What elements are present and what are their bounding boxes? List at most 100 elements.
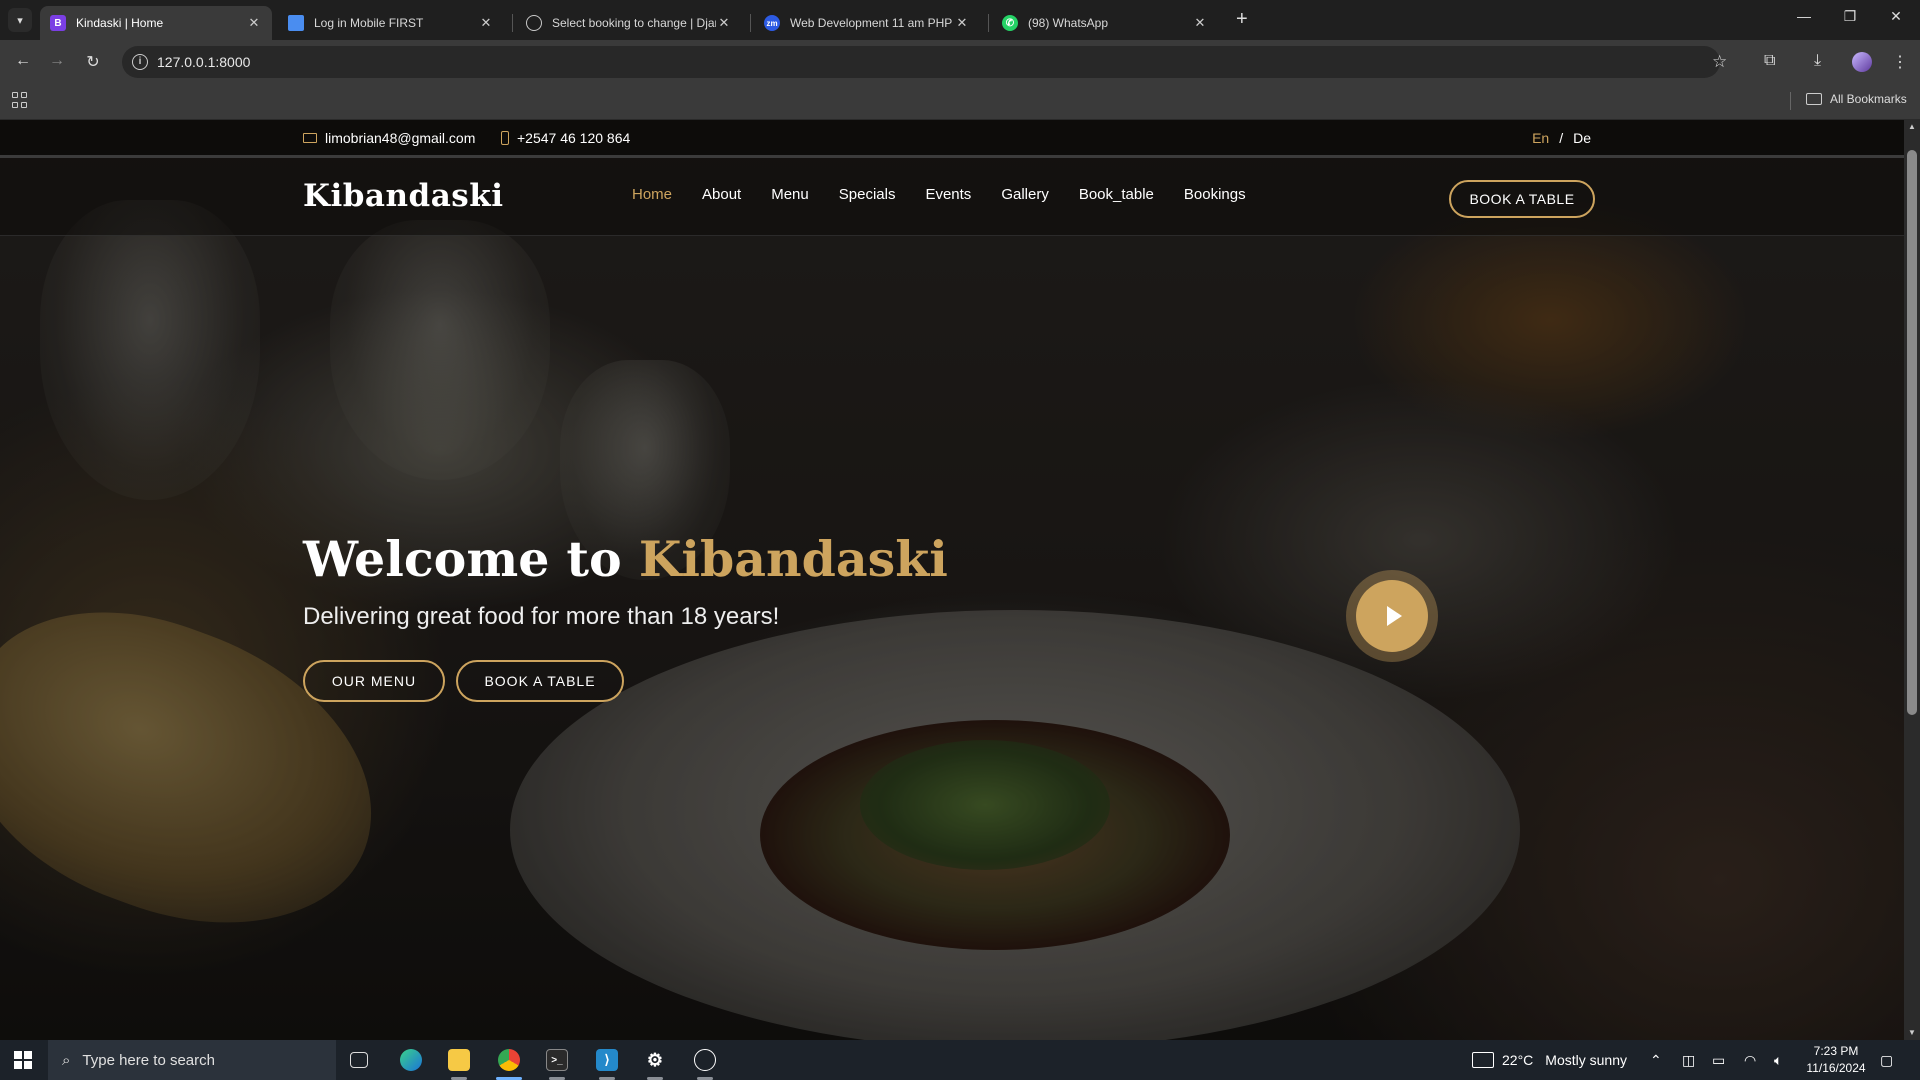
scroll-down-arrow[interactable]: ▼ — [1904, 1028, 1920, 1037]
close-icon[interactable]: ✕ — [478, 15, 494, 31]
all-bookmarks-button[interactable]: All Bookmarks — [1806, 92, 1907, 106]
url-text[interactable]: 127.0.0.1:8000 — [157, 54, 250, 70]
close-icon[interactable]: ✕ — [954, 15, 970, 31]
menu-kebab-icon[interactable]: ⋮ — [1892, 52, 1908, 72]
contact-phone[interactable]: +2547 46 120 864 — [501, 130, 630, 146]
site-header: Kibandaski Home About Menu Specials Even… — [0, 158, 1904, 236]
site-info-icon[interactable]: i — [132, 54, 148, 70]
taskbar-search-box[interactable]: ⌕ Type here to search — [48, 1040, 336, 1080]
our-menu-button[interactable]: OUR MENU — [303, 660, 445, 702]
tab-whatsapp[interactable]: ✆ (98) WhatsApp ✕ — [992, 6, 1218, 40]
taskbar-clock[interactable]: 7:23 PM 11/16/2024 — [1796, 1043, 1876, 1077]
zoom-icon: zm — [764, 15, 780, 31]
page-icon — [288, 15, 304, 31]
hero-title-accent: Kibandaski — [638, 530, 948, 588]
close-icon[interactable]: ✕ — [1192, 15, 1208, 31]
phone-icon — [501, 131, 509, 145]
vscode-app[interactable]: ⟩ — [584, 1040, 630, 1080]
settings-app[interactable]: ⚙ — [632, 1040, 678, 1080]
extensions-icon[interactable]: ⧉ — [1764, 52, 1775, 70]
top-info-bar: limobrian48@gmail.com +2547 46 120 864 E… — [0, 120, 1904, 158]
weather-icon — [1472, 1052, 1494, 1068]
lang-en-link[interactable]: En — [1532, 130, 1549, 146]
task-view-button[interactable] — [336, 1040, 382, 1080]
file-explorer-app[interactable] — [436, 1040, 482, 1080]
chrome-icon — [498, 1049, 520, 1071]
profile-avatar[interactable] — [1852, 52, 1872, 72]
close-window-button[interactable]: ✕ — [1886, 8, 1906, 25]
task-view-icon — [350, 1052, 368, 1068]
hero-book-table-button[interactable]: BOOK A TABLE — [456, 660, 624, 702]
play-video-button[interactable] — [1346, 570, 1438, 662]
pinned-app[interactable] — [682, 1040, 728, 1080]
globe-icon — [526, 15, 542, 31]
tab-web-development[interactable]: zm Web Development 11 am PHP - ✕ — [754, 6, 980, 40]
bootstrap-icon: B — [50, 15, 66, 31]
weather-temp: 22°C — [1502, 1052, 1534, 1068]
gear-icon: ⚙ — [646, 1049, 664, 1070]
envelope-icon — [303, 133, 317, 143]
scroll-up-arrow[interactable]: ▲ — [1904, 122, 1920, 131]
tab-divider — [988, 14, 989, 32]
reload-button[interactable]: ↻ — [82, 52, 104, 72]
phone-text: +2547 46 120 864 — [517, 130, 631, 146]
folder-icon — [1806, 93, 1822, 105]
lang-separator: / — [1559, 130, 1564, 146]
lang-de-link[interactable]: De — [1573, 130, 1591, 146]
minimize-button[interactable]: — — [1794, 8, 1814, 24]
nav-menu[interactable]: Menu — [771, 186, 809, 203]
tab-kindaski-home[interactable]: B Kindaski | Home ✕ — [40, 6, 272, 40]
page-viewport: limobrian48@gmail.com +2547 46 120 864 E… — [0, 120, 1904, 1040]
tab-strip: ▾ B Kindaski | Home ✕ Log in Mobile FIRS… — [0, 0, 1920, 40]
restore-button[interactable]: ❐ — [1840, 8, 1860, 25]
nav-specials[interactable]: Specials — [839, 186, 896, 203]
tab-mobile-first[interactable]: Log in Mobile FIRST ✕ — [278, 6, 504, 40]
tab-django-booking[interactable]: Select booking to change | Djan ✕ — [516, 6, 742, 40]
nav-about[interactable]: About — [702, 186, 741, 203]
close-icon[interactable]: ✕ — [716, 15, 732, 31]
tab-title: (98) WhatsApp — [1028, 16, 1109, 30]
language-switcher: En / De — [1532, 130, 1591, 146]
bookmark-star-icon[interactable]: ☆ — [1712, 52, 1727, 72]
weather-widget[interactable]: 22°C Mostly sunny — [1472, 1040, 1627, 1080]
notification-icon[interactable]: ▢ — [1880, 1040, 1893, 1080]
wifi-icon[interactable]: ◠ — [1744, 1040, 1756, 1080]
nav-bookings[interactable]: Bookings — [1184, 186, 1246, 203]
site-logo[interactable]: Kibandaski — [303, 178, 504, 214]
address-bar[interactable] — [122, 46, 1720, 78]
terminal-icon: >_ — [546, 1049, 568, 1071]
tray-overflow-chevron-icon[interactable]: ⌃ — [1650, 1040, 1662, 1080]
vscode-icon: ⟩ — [596, 1049, 618, 1071]
bookmarks-divider — [1790, 92, 1791, 110]
play-icon — [1387, 606, 1402, 626]
volume-icon[interactable]: 🔈︎ — [1774, 1040, 1782, 1080]
downloads-icon[interactable]: ⤓ — [1814, 52, 1821, 70]
apps-grid-icon[interactable] — [12, 92, 28, 108]
edge-app[interactable] — [388, 1040, 434, 1080]
forward-button[interactable]: → — [46, 52, 68, 70]
hero-subtitle: Delivering great food for more than 18 y… — [303, 603, 780, 630]
contact-email[interactable]: limobrian48@gmail.com — [303, 130, 475, 146]
edge-icon — [400, 1049, 422, 1071]
header-book-table-button[interactable]: BOOK A TABLE — [1449, 180, 1595, 218]
nav-home[interactable]: Home — [632, 186, 672, 203]
hero-title-prefix: Welcome to — [303, 530, 639, 588]
scrollbar-thumb[interactable] — [1907, 150, 1917, 715]
terminal-app[interactable]: >_ — [534, 1040, 580, 1080]
new-tab-button[interactable]: + — [1236, 8, 1248, 31]
windows-start-button[interactable] — [14, 1051, 32, 1069]
close-icon[interactable]: ✕ — [246, 15, 262, 31]
clock-time: 7:23 PM — [1813, 1044, 1859, 1058]
bookmarks-bar — [0, 84, 1920, 120]
play-circle — [1356, 580, 1428, 652]
back-button[interactable]: ← — [12, 52, 34, 70]
tab-search-button[interactable]: ▾ — [8, 8, 32, 32]
meet-now-icon[interactable]: ◫ — [1682, 1040, 1695, 1080]
battery-icon[interactable]: ▭ — [1712, 1040, 1725, 1080]
windows-taskbar: ⌕ Type here to search >_ ⟩ ⚙ 22°C Mostly… — [0, 1040, 1920, 1080]
nav-gallery[interactable]: Gallery — [1001, 186, 1049, 203]
tab-divider — [512, 14, 513, 32]
chrome-app[interactable] — [486, 1040, 532, 1080]
nav-events[interactable]: Events — [925, 186, 971, 203]
nav-book-table[interactable]: Book_table — [1079, 186, 1154, 203]
